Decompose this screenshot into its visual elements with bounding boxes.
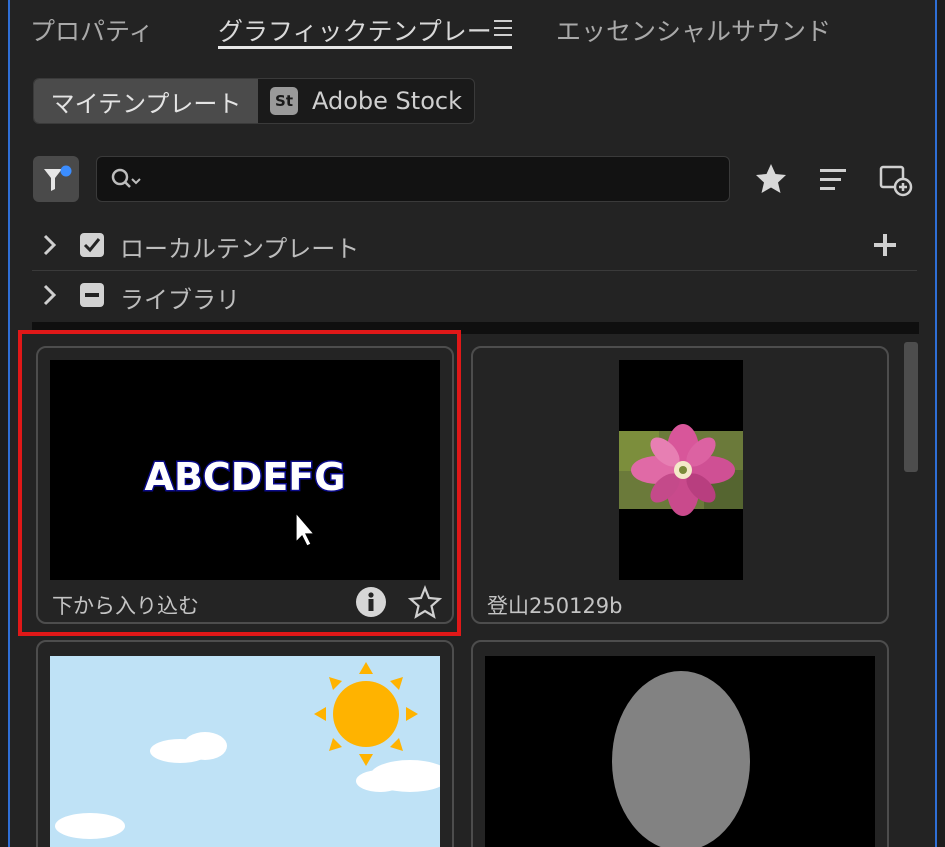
chevron-right-icon[interactable] <box>40 283 60 307</box>
selection-highlight <box>18 330 461 636</box>
search-icon <box>111 168 141 188</box>
template-card-hiking[interactable]: 登山250129b <box>471 346 889 624</box>
panel-menu-icon[interactable] <box>494 20 512 38</box>
grid-scrollbar[interactable] <box>904 342 918 472</box>
checkbox-checked-icon[interactable] <box>79 232 105 258</box>
card-label: 登山250129b <box>487 594 623 618</box>
tab-essential-sound[interactable]: エッセンシャルサウンド <box>556 12 831 48</box>
new-bin-icon[interactable] <box>876 160 914 198</box>
checkbox-partial-icon[interactable] <box>79 282 105 308</box>
panel-tab-bar: プロパティ グラフィックテンプレー エッセンシャルサウンド <box>10 0 935 58</box>
filter-icon <box>44 165 72 191</box>
search-input[interactable] <box>96 156 730 202</box>
star-filter-icon[interactable] <box>752 160 790 198</box>
sun-icon <box>314 662 418 766</box>
my-templates-button[interactable]: マイテンプレート <box>34 79 258 123</box>
my-templates-label: マイテンプレート <box>50 89 242 118</box>
template-thumbnail <box>619 360 743 580</box>
adobe-stock-button[interactable]: St Adobe Stock <box>258 79 474 123</box>
tree-row-local-templates[interactable]: ローカルテンプレート <box>10 220 935 270</box>
graphics-templates-panel: プロパティ グラフィックテンプレー エッセンシャルサウンド マイテンプレート S… <box>8 0 937 847</box>
adobe-stock-label: Adobe Stock <box>312 87 462 115</box>
template-thumbnail <box>485 656 875 847</box>
libraries-label: ライブラリ <box>120 286 240 314</box>
template-card-sky[interactable] <box>36 640 454 847</box>
template-card-oval[interactable] <box>471 640 889 847</box>
tab-properties[interactable]: プロパティ <box>30 12 154 48</box>
local-templates-label: ローカルテンプレート <box>120 235 360 263</box>
template-source-switch: マイテンプレート St Adobe Stock <box>33 78 475 124</box>
add-icon[interactable] <box>872 232 898 258</box>
sky-illustration <box>55 662 440 839</box>
tab-graphic-templates[interactable]: グラフィックテンプレー <box>218 12 492 48</box>
tree-row-libraries[interactable]: ライブラリ <box>10 271 935 321</box>
chevron-right-icon[interactable] <box>40 233 60 257</box>
filter-button[interactable] <box>33 156 79 202</box>
active-tab-indicator <box>218 46 512 49</box>
adobe-stock-icon: St <box>270 87 299 115</box>
sort-icon[interactable] <box>814 160 852 198</box>
flower-photo <box>619 424 743 516</box>
template-thumbnail <box>50 656 440 847</box>
oval-shape-preview <box>612 671 750 847</box>
